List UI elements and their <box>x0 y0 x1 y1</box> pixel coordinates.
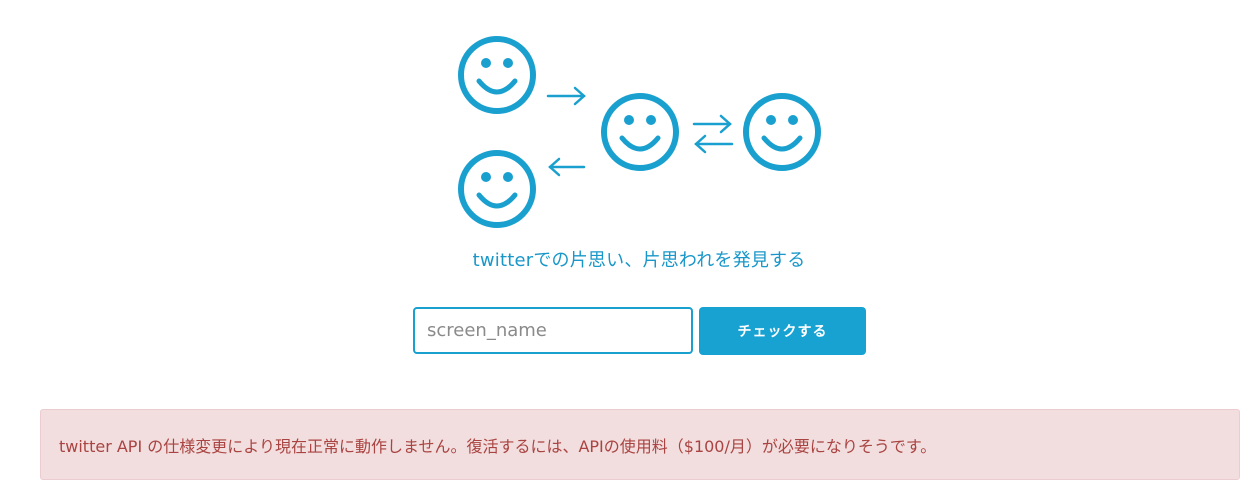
arrow-left-icon <box>548 157 586 177</box>
follow-relationship-illustration <box>440 25 840 235</box>
check-form: チェックする <box>413 307 866 355</box>
arrow-right-icon <box>546 86 586 106</box>
page: twitterでの片思い、片思われを発見する チェックする twitter AP… <box>0 0 1260 487</box>
check-button[interactable]: チェックする <box>699 307 866 355</box>
service-notice-alert: twitter API の仕様変更により現在正常に動作しません。復活するには、A… <box>40 409 1240 480</box>
smiley-face-icon <box>604 96 676 168</box>
screen-name-input[interactable] <box>413 307 693 354</box>
tagline: twitterでの片思い、片思われを発見する <box>472 250 806 271</box>
smiley-face-icon <box>461 39 533 111</box>
smiley-face-icon <box>461 153 533 225</box>
smiley-face-icon <box>746 96 818 168</box>
exchange-arrows-icon <box>692 114 734 154</box>
alert-message: twitter API の仕様変更により現在正常に動作しません。復活するには、A… <box>59 436 937 456</box>
